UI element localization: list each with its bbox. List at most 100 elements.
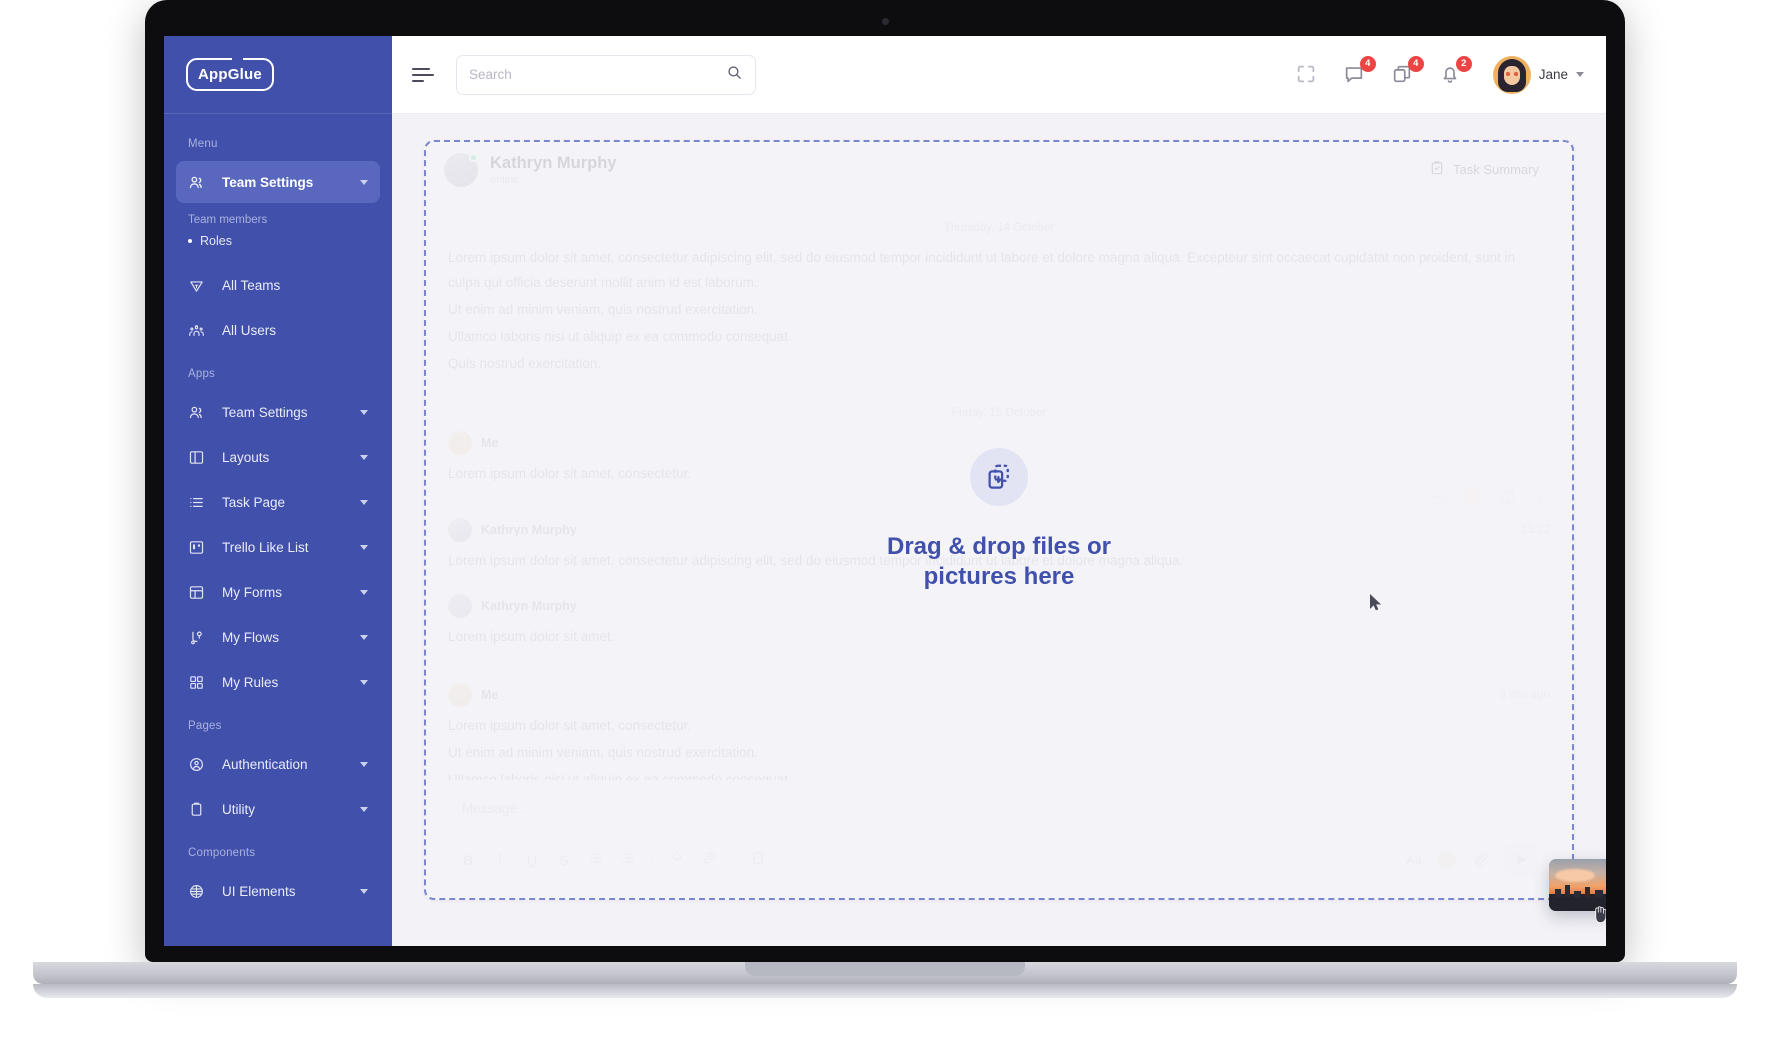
numbered-list-icon[interactable] (620, 850, 636, 869)
message-line: Ut enim ad minim veniam, quis nostrud ex… (448, 744, 758, 760)
composer-right-tools: Aa (1406, 842, 1538, 877)
message-composer[interactable]: Message... B I U S Aa (448, 780, 1550, 884)
chevron-down-icon[interactable] (360, 544, 368, 550)
sidebar-item-task-page[interactable]: Task Page (176, 481, 380, 523)
message-body: Lorem ipsum dolor sit amet, consectetur … (448, 549, 1550, 574)
sidebar-section-components: Components (188, 847, 256, 859)
sidebar: AppGlue Menu Team Settings Team members (164, 36, 392, 946)
sidebar-item-ui-elements[interactable]: UI Elements (176, 870, 380, 912)
sidebar-item-my-forms[interactable]: My Forms (176, 571, 380, 613)
chat-icon[interactable]: 4 (1343, 55, 1376, 87)
message-author: Me (481, 687, 499, 702)
more-vertical-icon[interactable] (1532, 488, 1550, 506)
laptop-base-bottom (33, 984, 1737, 998)
laptop-body: AppGlue Menu Team Settings Team members (145, 0, 1625, 962)
sidebar-item-roles[interactable]: Roles (164, 230, 392, 254)
sphere-icon (188, 883, 214, 900)
chevron-down-icon[interactable] (360, 179, 368, 185)
attachment-icon[interactable] (1472, 850, 1488, 869)
sidebar-item-trello-like-list[interactable]: Trello Like List (176, 526, 380, 568)
strikethrough-icon[interactable]: S (556, 852, 572, 868)
message-body: Lorem ipsum dolor sit amet. (448, 625, 1550, 650)
sidebar-item-label: Layouts (222, 449, 270, 465)
color-fill-icon[interactable] (669, 850, 685, 869)
message-list[interactable]: Thursday, 14 October Lorem ipsum dolor s… (424, 200, 1574, 780)
app-logo[interactable]: AppGlue (164, 36, 392, 114)
clipboard-check-icon (1429, 160, 1445, 179)
sidebar-item-all-users[interactable]: All Users (176, 309, 380, 351)
avatar (448, 517, 472, 542)
bold-icon[interactable]: B (460, 852, 476, 868)
message-item: Me 3 min ago Lorem ipsum dolor sit amet,… (448, 682, 1550, 780)
italic-icon[interactable]: I (492, 852, 508, 868)
sidebar-item-label: Trello Like List (222, 539, 309, 555)
message-actions[interactable] (1430, 487, 1550, 506)
layout-icon (188, 449, 214, 466)
hamburger-icon[interactable] (412, 64, 434, 86)
avatar (448, 682, 472, 707)
copy-icon[interactable]: 4 (1391, 55, 1424, 87)
notifications-badge: 2 (1455, 55, 1472, 72)
search-icon[interactable] (726, 64, 743, 86)
chevron-down-icon[interactable] (360, 679, 368, 685)
sidebar-item-label: Team Settings (222, 174, 314, 190)
send-button[interactable] (1504, 842, 1538, 877)
avatar (448, 430, 472, 455)
message-body: Lorem ipsum dolor sit amet, consectetur.… (448, 714, 1550, 780)
search-input[interactable] (469, 67, 726, 82)
sidebar-item-team-settings[interactable]: Team Settings (176, 391, 380, 433)
search-box[interactable] (456, 54, 756, 95)
chevron-down-icon[interactable] (360, 634, 368, 640)
link-icon[interactable] (701, 850, 717, 869)
bullet-list-icon[interactable] (588, 850, 604, 869)
message-author: Me (481, 435, 499, 450)
avatar (1492, 55, 1531, 94)
sidebar-item-layouts[interactable]: Layouts (176, 436, 380, 478)
contact-status: online (490, 173, 520, 186)
task-summary-button[interactable]: Task Summary (1414, 150, 1554, 189)
chevron-down-icon[interactable] (360, 761, 368, 767)
chevron-down-icon[interactable] (360, 888, 368, 894)
message-body: Lorem ipsum dolor sit amet, consectetur … (448, 246, 1550, 377)
sidebar-item-my-rules[interactable]: My Rules (176, 661, 380, 703)
clipboard-icon[interactable] (750, 850, 766, 869)
copy-icon[interactable] (1498, 488, 1516, 506)
chevron-down-icon[interactable] (360, 589, 368, 595)
message-item: Me Lorem ipsum dolor sit amet, consectet… (448, 430, 1550, 487)
chevron-down-icon[interactable] (360, 409, 368, 415)
chevron-down-icon[interactable] (360, 454, 368, 460)
sidebar-item-label: My Forms (222, 584, 282, 600)
bell-icon[interactable]: 2 (1439, 55, 1472, 87)
sidebar-item-authentication[interactable]: Authentication (176, 743, 380, 785)
expand-icon[interactable] (1295, 63, 1319, 87)
reply-icon[interactable] (1430, 488, 1448, 506)
clipboard-icon (188, 801, 214, 818)
message-header: Kathryn Murphy (448, 593, 1550, 618)
divider (733, 850, 734, 869)
text-format-icon[interactable]: Aa (1406, 852, 1422, 867)
grabbing-hand-cursor (1592, 904, 1606, 924)
sidebar-item-utility[interactable]: Utility (176, 788, 380, 830)
task-summary-label: Task Summary (1453, 162, 1539, 177)
composer-toolbar: B I U S Aa (448, 836, 1550, 882)
underline-icon[interactable]: U (524, 852, 540, 868)
message-input[interactable]: Message... (448, 780, 1550, 836)
sidebar-item-team-settings-active[interactable]: Team Settings (176, 161, 380, 203)
chevron-down-icon[interactable] (360, 499, 368, 505)
topbar: 4 4 2 Jane (392, 36, 1606, 114)
sidebar-item-label: My Rules (222, 674, 279, 690)
board-icon (188, 539, 214, 556)
user-menu[interactable]: Jane (1492, 55, 1584, 94)
chevron-down-icon[interactable] (360, 806, 368, 812)
sidebar-section-pages: Pages (188, 720, 222, 732)
sidebar-item-my-flows[interactable]: My Flows (176, 616, 380, 658)
chevron-down-icon[interactable] (1576, 72, 1584, 77)
message-line: Ullamco laboris nisi ut aliquip ex ea co… (448, 771, 792, 780)
message-line: Ullamco laboris nisi ut aliquip ex ea co… (448, 328, 792, 344)
sidebar-nav[interactable]: Menu Team Settings Team members Roles Al… (164, 114, 392, 946)
sidebar-item-all-teams[interactable]: All Teams (176, 264, 380, 306)
emoji-icon[interactable] (1464, 487, 1482, 506)
sidebar-item-label: Team Settings (222, 404, 308, 420)
divider (448, 502, 1550, 504)
emoji-icon[interactable] (1438, 850, 1456, 869)
